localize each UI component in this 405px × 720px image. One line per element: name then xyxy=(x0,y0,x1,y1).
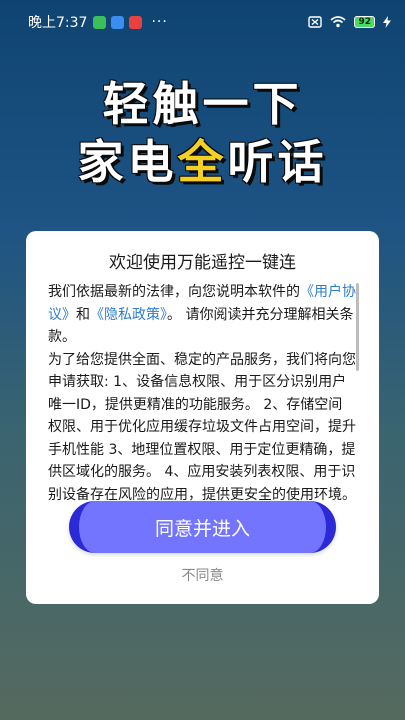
dialog-paragraph: 我们依据最新的法律，向您说明本软件的《用户协议》和《隐私政策》。 请你阅读并充分… xyxy=(48,281,356,349)
disagree-button[interactable]: 不同意 xyxy=(26,565,379,585)
dialog-paragraph: 为了给您提供全面、稳定的产品服务，我们将向您申请获取: 1、设备信息权限、用于区… xyxy=(48,351,356,503)
privacy-policy-link[interactable]: 《隐私政策》 xyxy=(90,307,167,323)
dialog-scrollbar[interactable] xyxy=(356,283,359,371)
sim-x-icon xyxy=(308,16,323,28)
banner-text: 家电 xyxy=(77,135,178,189)
banner-subheadline: 家电全听话 xyxy=(0,126,405,192)
status-time: 晚上7:37 xyxy=(28,15,88,31)
app-badge-blue-icon xyxy=(111,15,125,29)
dialog-title: 欢迎使用万能遥控一键连 xyxy=(109,253,296,273)
agree-button[interactable]: 同意并进入 xyxy=(69,501,336,553)
app-badge-red-icon xyxy=(129,15,143,29)
status-right: 92 xyxy=(308,16,391,28)
dialog-text: 和 xyxy=(76,306,90,323)
dialog-body[interactable]: 我们依据最新的法律，向您说明本软件的《用户协议》和《隐私政策》。 请你阅读并充分… xyxy=(48,281,356,513)
status-overflow: ··· xyxy=(151,14,168,30)
status-bar: 晚上7:37 ··· 92 xyxy=(0,0,405,44)
banner-headline: 轻触一下 xyxy=(102,77,303,131)
wifi-icon xyxy=(330,16,346,28)
charging-icon xyxy=(383,16,391,28)
app-badge-green-icon xyxy=(93,15,107,29)
privacy-dialog: 欢迎使用万能遥控一键连 我们依据最新的法律，向您说明本软件的《用户协议》和《隐私… xyxy=(26,231,379,604)
battery-icon: 92 xyxy=(354,16,375,28)
dialog-text: 我们依据最新的法律，向您说明本软件的 xyxy=(48,284,300,300)
banner-text: 听话 xyxy=(227,135,328,189)
banner-highlight: 全 xyxy=(177,135,228,189)
